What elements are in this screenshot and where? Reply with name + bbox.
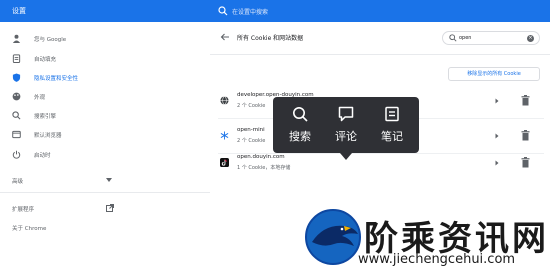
popup-note-button[interactable]: 笔记 [369, 106, 415, 146]
site-detail: 1 个 Cookie，本地存储 [237, 165, 291, 171]
power-icon [12, 150, 21, 159]
site-domain: open-mini [237, 127, 265, 133]
search-placeholder: 在设置中搜索 [232, 9, 269, 16]
sidebar-divider [0, 192, 210, 193]
settings-search-bar[interactable]: 在设置中搜索 [206, 3, 550, 19]
popup-label: 笔记 [381, 130, 403, 143]
sidebar-item-label: 启动时 [34, 153, 51, 159]
site-watermark: 阶乘资讯网 www.jiechengcehui.com [298, 205, 550, 269]
clear-search-icon[interactable]: × [527, 35, 534, 42]
trash-icon[interactable] [521, 95, 530, 106]
comment-icon [338, 106, 354, 122]
popup-search-button[interactable]: 搜索 [277, 106, 323, 146]
extensions-label: 扩展程序 [12, 207, 35, 213]
search-icon [293, 107, 308, 122]
site-domain: open.douyin.com [237, 154, 285, 160]
shield-icon [12, 73, 21, 82]
sidebar-item-label: 自动填充 [34, 57, 57, 63]
about-label: 关于 Chrome [12, 226, 47, 232]
sidebar-item-label: 外观 [34, 95, 46, 101]
sidebar-item-privacy[interactable]: 隐私设置和安全性 [0, 69, 210, 87]
sidebar-item-label: 隐私设置和安全性 [34, 76, 79, 82]
search-icon [12, 111, 21, 120]
caret-down-icon [106, 178, 112, 182]
site-detail: 2 个 Cookie [237, 103, 266, 109]
sidebar-item-autofill[interactable]: 自动填充 [0, 50, 210, 68]
app-title: 设置 [12, 7, 26, 15]
text-selection-popup: 搜索 评论 笔记 [273, 97, 419, 160]
trash-icon[interactable] [521, 130, 530, 141]
browser-icon [12, 130, 21, 139]
content-divider [210, 54, 550, 55]
sidebar-item-label: 搜索引擎 [34, 114, 57, 120]
tiktok-icon [220, 158, 229, 167]
snowflake-icon [220, 131, 229, 140]
search-icon [218, 6, 228, 16]
popup-comment-button[interactable]: 评论 [323, 106, 369, 146]
back-arrow-icon[interactable] [220, 32, 230, 42]
chevron-right-icon[interactable] [493, 132, 501, 140]
popup-label: 搜索 [289, 130, 311, 143]
external-link-icon [106, 204, 114, 212]
sidebar-item-search-engine[interactable]: 搜索引擎 [0, 107, 210, 125]
sidebar-item-appearance[interactable]: 外观 [0, 88, 210, 106]
person-icon [12, 34, 21, 43]
chevron-right-icon[interactable] [493, 159, 501, 167]
eagle-logo-icon [305, 209, 361, 265]
sidebar-item-about-chrome[interactable]: 关于 Chrome [0, 219, 210, 237]
sidebar-advanced-toggle[interactable]: 高级 [0, 172, 210, 190]
watermark-url: www.jiechengcehui.com [358, 252, 516, 267]
trash-icon[interactable] [521, 157, 530, 168]
chevron-right-icon[interactable] [493, 97, 501, 105]
sidebar-item-label: 您与 Google [34, 37, 67, 43]
clipboard-icon [12, 54, 21, 63]
cookie-search-field[interactable]: open × [442, 31, 540, 45]
advanced-label: 高级 [12, 179, 24, 185]
top-bar: 设置 在设置中搜索 [0, 0, 550, 22]
globe-icon [220, 96, 229, 105]
search-icon [449, 34, 457, 42]
sidebar-item-label: 默认浏览器 [34, 133, 62, 139]
remove-all-shown-button[interactable]: 移除显示的所有 Cookie [448, 67, 540, 81]
page-title: 所有 Cookie 和网站数据 [237, 35, 304, 42]
sidebar-item-on-startup[interactable]: 启动时 [0, 146, 210, 164]
palette-icon [12, 92, 21, 101]
site-detail: 2 个 Cookie [237, 138, 266, 144]
note-icon [385, 106, 399, 122]
sidebar: 您与 Google 自动填充 隐私设置和安全性 外观 搜索引擎 默认浏览器 启动… [0, 22, 210, 269]
sidebar-item-you-and-google[interactable]: 您与 Google [0, 30, 210, 48]
popup-label: 评论 [335, 130, 357, 143]
sidebar-item-default-browser[interactable]: 默认浏览器 [0, 126, 210, 144]
search-value: open [459, 35, 472, 41]
sidebar-item-extensions[interactable]: 扩展程序 [0, 200, 210, 218]
